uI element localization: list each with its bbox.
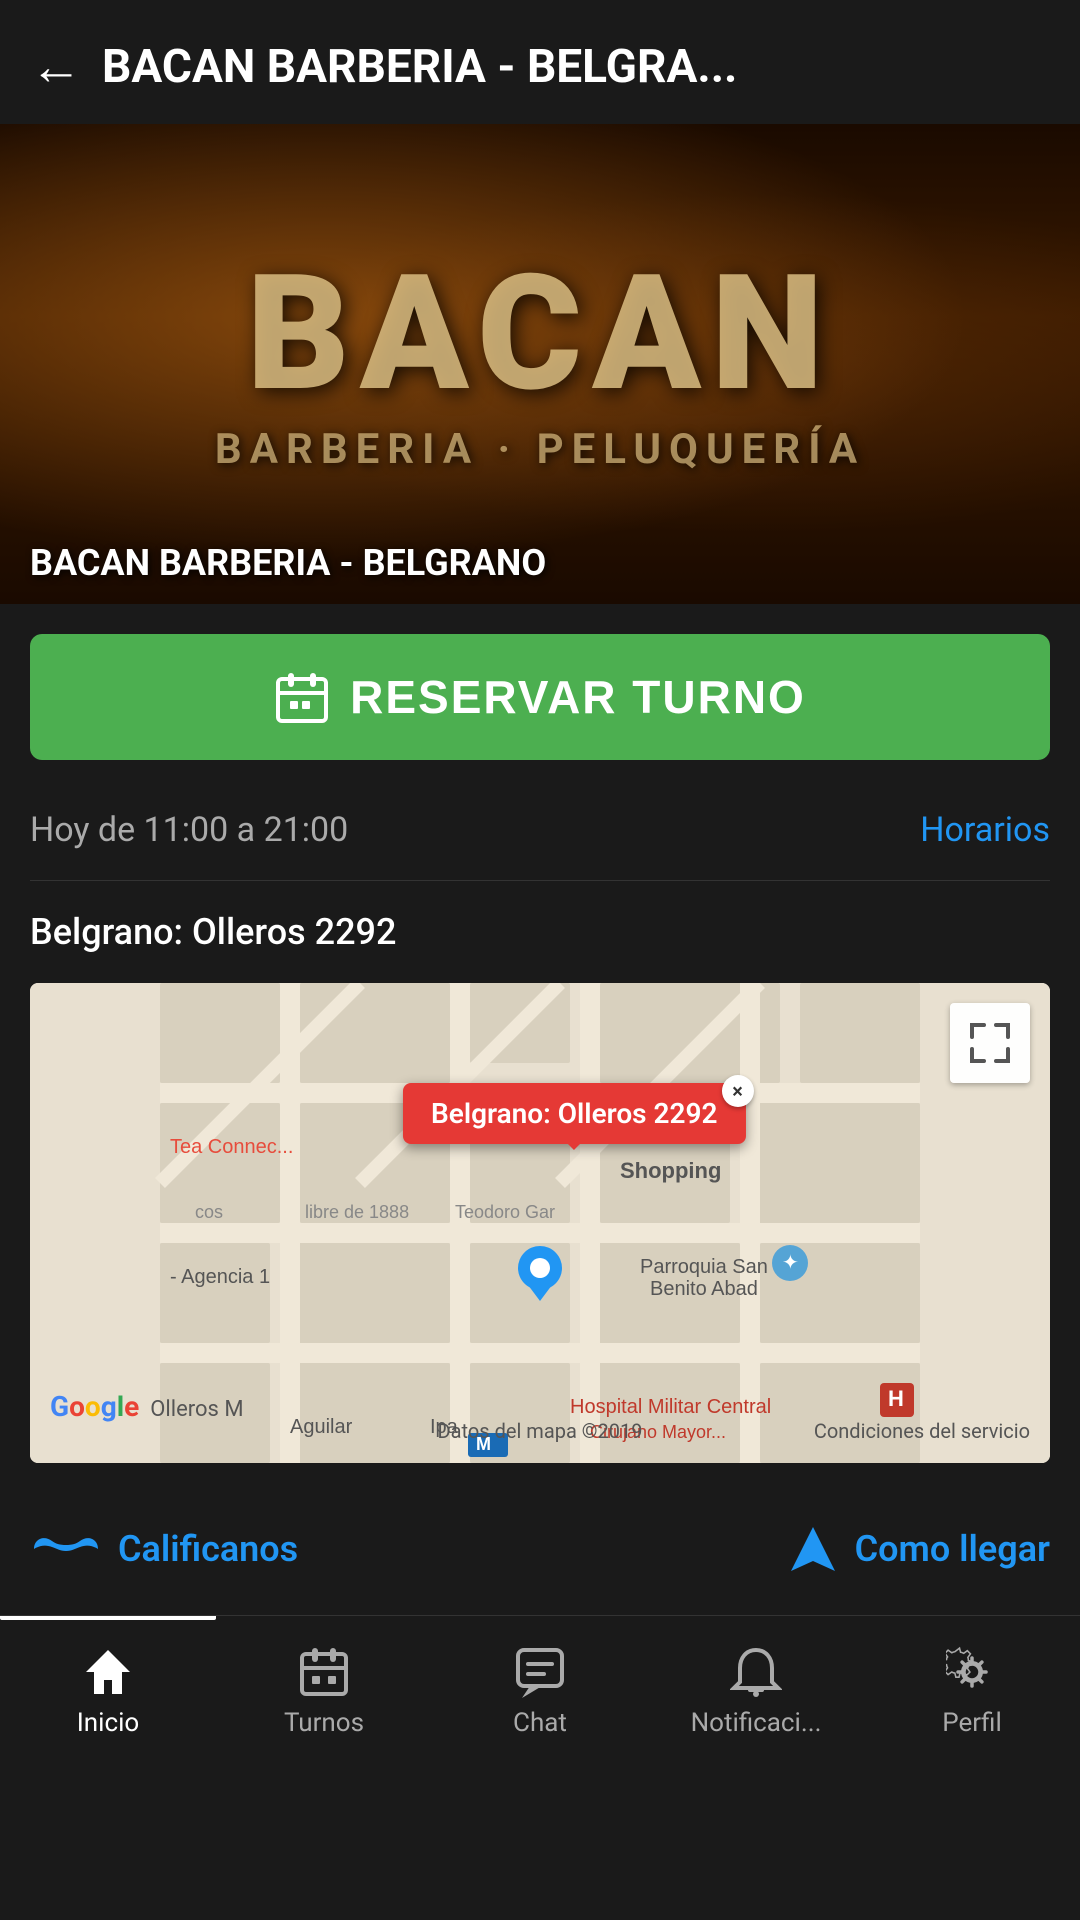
content-area: RESERVAR TURNO Hoy de 11:00 a 21:00 Hora… — [0, 634, 1080, 1615]
nav-item-chat[interactable]: Chat — [432, 1616, 648, 1763]
map-popup-text: Belgrano: Olleros 2292 — [431, 1097, 718, 1130]
map-background: libre de 1888 Teodoro Gar cos Tea Connec… — [30, 983, 1050, 1463]
rate-action[interactable]: Calificanos — [30, 1528, 298, 1570]
hero-subtitle: BARBERIA · PELUQUERÍA — [215, 425, 865, 474]
bell-icon — [730, 1646, 782, 1698]
nav-label-turnos: Turnos — [284, 1708, 364, 1738]
nav-label-chat: Chat — [513, 1708, 567, 1738]
directions-action[interactable]: Como llegar — [787, 1523, 1050, 1575]
address-row: Belgrano: Olleros 2292 — [30, 881, 1050, 983]
svg-text:Aguilar: Aguilar — [290, 1416, 353, 1438]
directions-label: Como llegar — [855, 1528, 1050, 1570]
home-icon — [82, 1646, 134, 1698]
google-logo: Google Olleros M — [50, 1390, 244, 1423]
svg-text:Tea Connec...: Tea Connec... — [170, 1136, 293, 1158]
svg-text:cos: cos — [195, 1202, 223, 1222]
svg-text:✦: ✦ — [782, 1252, 799, 1274]
olleros-label: Olleros M — [150, 1397, 243, 1422]
address-text: Belgrano: Olleros 2292 — [30, 911, 396, 953]
svg-text:Parroquia San: Parroquia San — [640, 1256, 768, 1278]
reserve-button[interactable]: RESERVAR TURNO — [30, 634, 1050, 760]
svg-text:Benito Abad: Benito Abad — [650, 1278, 758, 1300]
map-container[interactable]: libre de 1888 Teodoro Gar cos Tea Connec… — [30, 983, 1050, 1463]
nav-item-notificaciones[interactable]: Notificaci... — [648, 1616, 864, 1763]
calendar-icon — [274, 669, 330, 725]
svg-text:- Agencia 1: - Agencia 1 — [170, 1266, 270, 1288]
page-title: BACAN BARBERIA - BELGRA... — [102, 40, 1050, 94]
hours-row: Hoy de 11:00 a 21:00 Horarios — [30, 790, 1050, 881]
action-row: Calificanos Como llegar — [30, 1503, 1050, 1615]
back-button[interactable]: ← — [30, 41, 82, 93]
mustache-icon — [30, 1529, 102, 1569]
map-pin — [515, 1243, 565, 1303]
hours-text: Hoy de 11:00 a 21:00 — [30, 810, 348, 850]
navigation-icon — [787, 1523, 839, 1575]
hero-big-text: BACAN — [247, 255, 834, 415]
map-popup-close[interactable]: × — [722, 1075, 754, 1107]
hours-link[interactable]: Horarios — [920, 810, 1050, 850]
nav-item-perfil[interactable]: Perfil — [864, 1616, 1080, 1763]
svg-text:Shopping: Shopping — [620, 1158, 721, 1183]
map-expand-button[interactable] — [950, 1003, 1030, 1083]
svg-text:libre de 1888: libre de 1888 — [305, 1202, 409, 1222]
map-popup: Belgrano: Olleros 2292 × — [403, 1083, 746, 1144]
gear-icon — [946, 1646, 998, 1698]
nav-item-turnos[interactable]: Turnos — [216, 1616, 432, 1763]
bottom-nav: Inicio Turnos Chat Notificaci... — [0, 1615, 1080, 1763]
nav-label-perfil: Perfil — [942, 1708, 1002, 1738]
svg-text:H: H — [888, 1386, 904, 1411]
turnos-icon — [298, 1646, 350, 1698]
map-conditions: Condiciones del servicio — [814, 1419, 1030, 1443]
nav-label-notificaciones: Notificaci... — [691, 1708, 822, 1738]
hero-caption: BACAN BARBERIA - BELGRANO — [30, 542, 546, 584]
header: ← BACAN BARBERIA - BELGRA... — [0, 0, 1080, 124]
nav-active-indicator — [0, 1616, 216, 1620]
chat-icon — [514, 1646, 566, 1698]
nav-label-inicio: Inicio — [77, 1708, 140, 1738]
map-copyright: Datos del mapa ©2019 — [438, 1419, 643, 1443]
rate-label: Calificanos — [118, 1528, 298, 1570]
svg-text:Hospital Militar Central: Hospital Militar Central — [570, 1396, 771, 1418]
reserve-button-label: RESERVAR TURNO — [350, 670, 806, 724]
nav-item-inicio[interactable]: Inicio — [0, 1616, 216, 1763]
svg-text:Teodoro Gar: Teodoro Gar — [455, 1202, 555, 1222]
hero-image: BACAN BARBERIA · PELUQUERÍA BACAN BARBER… — [0, 124, 1080, 604]
